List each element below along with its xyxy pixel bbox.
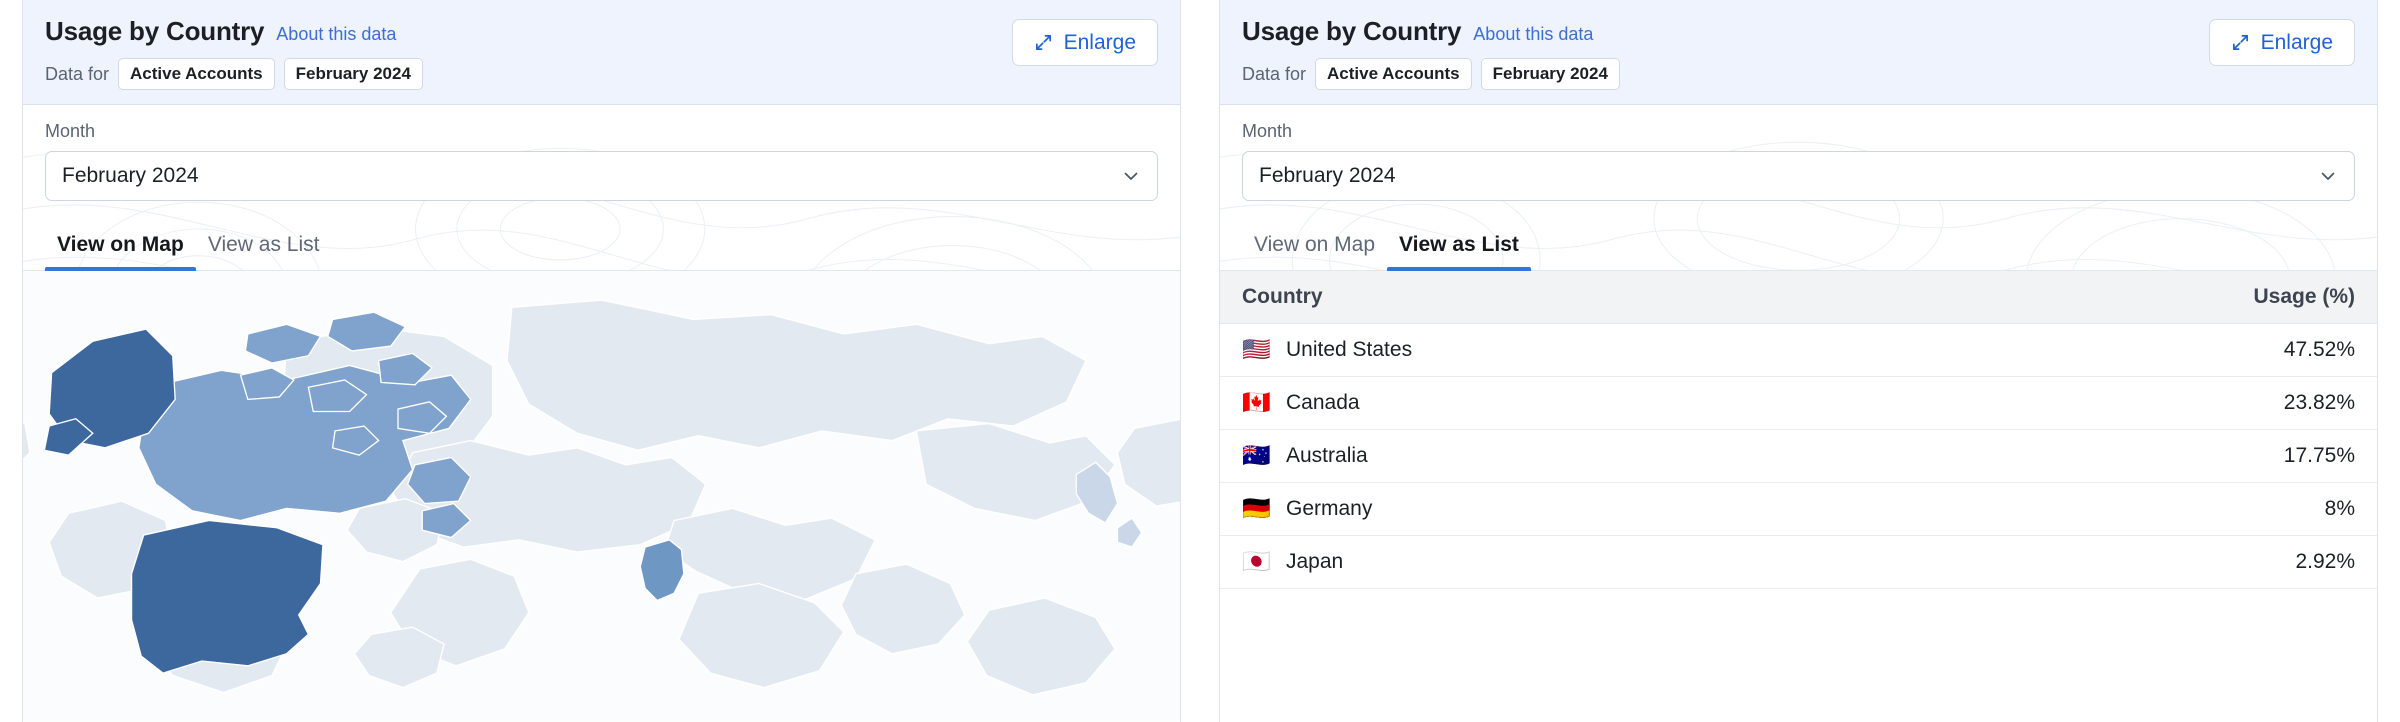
expand-arrows-icon [1034,33,1053,52]
tab-view-as-list[interactable]: View as List [196,223,332,270]
panel-body-inner: Month February 2024 View on Map View as … [23,105,1180,722]
month-select[interactable]: February 2024 [1242,151,2355,202]
cell-country: 🇩🇪 Germany [1220,482,1799,537]
month-field-label: Month [45,121,96,142]
cell-country: 🇺🇸 United States [1220,323,1799,378]
cell-country: 🇦🇺 Australia [1220,429,1799,484]
panel-header: Usage by Country About this data Data fo… [23,0,1180,106]
title-row: Usage by Country About this data [1242,16,2355,47]
enlarge-button-label: Enlarge [2260,30,2333,54]
table-header: Country Usage (%) [1220,271,2377,325]
month-select[interactable]: February 2024 [45,151,1158,202]
data-for-chip-period: February 2024 [283,58,423,91]
chevron-down-icon [1121,166,1141,186]
month-select-value: February 2024 [62,164,199,188]
country-name: Australia [1286,444,1368,468]
table-header-row: Country Usage (%) [1220,271,2377,325]
flag-icon-germany: 🇩🇪 [1242,495,1271,522]
column-header-country[interactable]: Country [1220,271,1799,325]
data-for-label: Data for [45,63,110,84]
month-select-value: February 2024 [1259,164,1396,188]
tab-view-as-list[interactable]: View as List [1387,223,1531,272]
panel-header: Usage by Country About this data Data fo… [1220,0,2377,106]
chevron-down-icon [2318,166,2338,186]
usage-table-wrapper: Country Usage (%) 🇺🇸 United States 47.52… [1220,271,2377,722]
enlarge-button[interactable]: Enlarge [1011,19,1158,66]
country-name: United States [1286,338,1413,362]
table-row[interactable]: 🇯🇵 Japan 2.92% [1220,535,2377,590]
panel-body-inner: Month February 2024 View on Map View as … [1220,105,2377,722]
view-tabs: View on Map View as List [1220,223,2377,272]
usage-by-country-panel-list: Usage by Country About this data Data fo… [1219,0,2378,722]
usage-table: Country Usage (%) 🇺🇸 United States 47.52… [1220,271,2377,590]
cell-usage: 47.52% [1798,323,2377,378]
column-header-usage[interactable]: Usage (%) [1798,271,2377,325]
flag-icon-japan: 🇯🇵 [1242,548,1271,575]
table-row[interactable]: 🇨🇦 Canada 23.82% [1220,376,2377,431]
world-choropleth-map[interactable] [23,271,1180,722]
panel-body: Month February 2024 View on Map View as … [23,105,1180,722]
data-for-chip-segment: Active Accounts [1315,58,1472,91]
panel-body: Month February 2024 View on Map View as … [1220,105,2377,722]
month-field-block: Month February 2024 [23,105,1180,202]
flag-icon-united-states: 🇺🇸 [1242,336,1271,363]
page-title: Usage by Country [1242,16,1462,46]
month-field-block: Month February 2024 [1220,105,2377,202]
cell-usage: 8% [1798,482,2377,537]
view-tabs: View on Map View as List [23,223,1180,272]
expand-arrows-icon [2231,33,2250,52]
about-this-data-link[interactable]: About this data [276,24,396,45]
flag-icon-canada: 🇨🇦 [1242,389,1271,416]
about-this-data-link[interactable]: About this data [1473,24,1593,45]
data-for-row: Data for Active Accounts February 2024 [45,58,1158,91]
cell-country: 🇯🇵 Japan [1220,535,1799,590]
page-title: Usage by Country [45,16,265,46]
cell-usage: 23.82% [1798,376,2377,431]
table-row[interactable]: 🇩🇪 Germany 8% [1220,482,2377,537]
cell-usage: 17.75% [1798,429,2377,484]
country-name: Germany [1286,497,1373,521]
country-name: Japan [1286,550,1344,574]
country-name: Canada [1286,391,1360,415]
table-row[interactable]: 🇺🇸 United States 47.52% [1220,323,2377,378]
data-for-label: Data for [1242,63,1307,84]
title-row: Usage by Country About this data [45,16,1158,47]
data-for-row: Data for Active Accounts February 2024 [1242,58,2355,91]
month-field-label: Month [1242,121,1293,142]
table-body: 🇺🇸 United States 47.52% 🇨🇦 Canada 23.82%… [1220,323,2377,590]
data-for-chip-period: February 2024 [1480,58,1620,91]
enlarge-button[interactable]: Enlarge [2208,19,2355,66]
tab-view-on-map[interactable]: View on Map [1242,223,1387,270]
enlarge-button-label: Enlarge [1063,30,1136,54]
tab-view-on-map[interactable]: View on Map [45,223,196,272]
data-for-chip-segment: Active Accounts [118,58,275,91]
dashboard-root: Usage by Country About this data Data fo… [0,0,2400,722]
table-row[interactable]: 🇦🇺 Australia 17.75% [1220,429,2377,484]
cell-country: 🇨🇦 Canada [1220,376,1799,431]
cell-usage: 2.92% [1798,535,2377,590]
usage-by-country-panel-map: Usage by Country About this data Data fo… [22,0,1181,722]
flag-icon-australia: 🇦🇺 [1242,442,1271,469]
